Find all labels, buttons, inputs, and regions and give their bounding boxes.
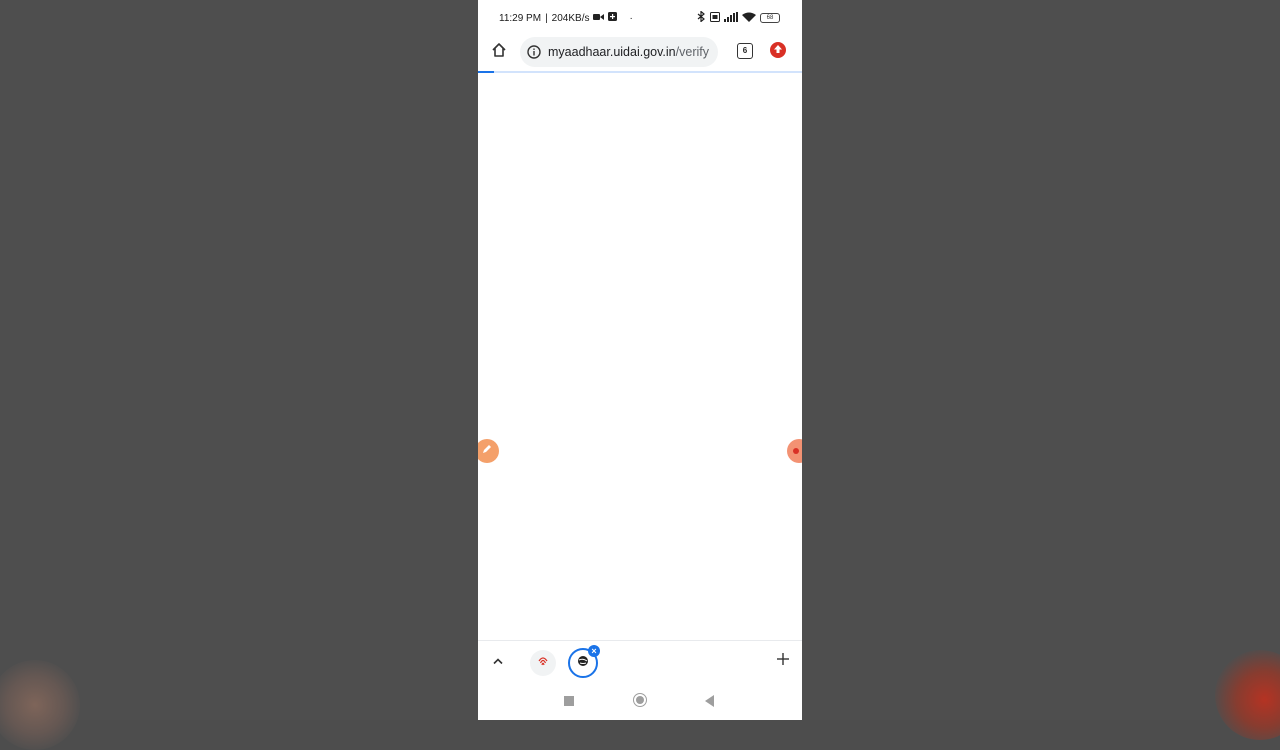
battery-icon: 68 bbox=[760, 13, 780, 23]
status-separator: | bbox=[545, 12, 548, 24]
phone-screen: 11:29 PM | 204KB/s · 68 myaadhaar.uidai.… bbox=[478, 0, 802, 720]
system-navigation-bar bbox=[478, 682, 802, 720]
globe-favicon-icon bbox=[577, 654, 589, 672]
back-triangle-icon[interactable] bbox=[705, 695, 714, 707]
status-time: 11:29 PM bbox=[499, 12, 542, 24]
page-load-progress-track bbox=[478, 71, 802, 73]
blurred-edit-button-reflection bbox=[0, 660, 80, 750]
page-content-blank bbox=[478, 74, 802, 638]
url-path: /verify bbox=[675, 45, 709, 59]
page-load-progress-bar bbox=[478, 71, 495, 73]
notification-icon bbox=[608, 12, 618, 24]
url-host: myaadhaar.uidai.gov.in bbox=[548, 45, 676, 59]
info-icon[interactable] bbox=[526, 44, 542, 60]
upload-button[interactable] bbox=[770, 42, 786, 58]
record-dot-icon bbox=[793, 448, 799, 454]
wifi-icon bbox=[742, 12, 756, 25]
arrow-up-icon bbox=[773, 41, 783, 59]
address-bar[interactable]: myaadhaar.uidai.gov.in/verify bbox=[520, 37, 718, 67]
status-network-speed: 204KB/s bbox=[551, 12, 590, 24]
home-icon bbox=[491, 42, 507, 63]
signal-icon bbox=[724, 11, 738, 25]
bluetooth-icon bbox=[697, 10, 706, 25]
chevron-up-icon bbox=[492, 652, 504, 670]
home-button[interactable] bbox=[488, 41, 510, 63]
close-icon: × bbox=[591, 646, 597, 656]
new-tab-button[interactable] bbox=[773, 651, 793, 671]
expand-tabs-button[interactable] bbox=[488, 651, 508, 671]
pencil-icon bbox=[481, 442, 493, 460]
fingerprint-favicon-icon bbox=[537, 654, 549, 672]
close-tab-button[interactable]: × bbox=[588, 645, 600, 657]
sim-icon bbox=[710, 11, 720, 25]
status-left: 11:29 PM | 204KB/s · bbox=[499, 12, 633, 24]
recents-square-icon[interactable] bbox=[564, 696, 574, 706]
status-bar: 11:29 PM | 204KB/s · 68 bbox=[478, 0, 802, 34]
tab-switcher-button[interactable]: 6 bbox=[737, 43, 753, 59]
status-right: 68 bbox=[697, 10, 780, 25]
plus-icon bbox=[777, 652, 789, 670]
tab-thumb-1[interactable] bbox=[530, 650, 556, 676]
video-icon bbox=[593, 13, 605, 24]
url-text: myaadhaar.uidai.gov.in/verify bbox=[548, 45, 709, 59]
home-circle-icon[interactable] bbox=[633, 693, 647, 707]
bottom-tab-strip: × bbox=[478, 640, 802, 683]
status-dot: · bbox=[629, 12, 633, 24]
browser-toolbar: myaadhaar.uidai.gov.in/verify 6 bbox=[478, 34, 802, 70]
home-circle-inner bbox=[636, 696, 644, 704]
